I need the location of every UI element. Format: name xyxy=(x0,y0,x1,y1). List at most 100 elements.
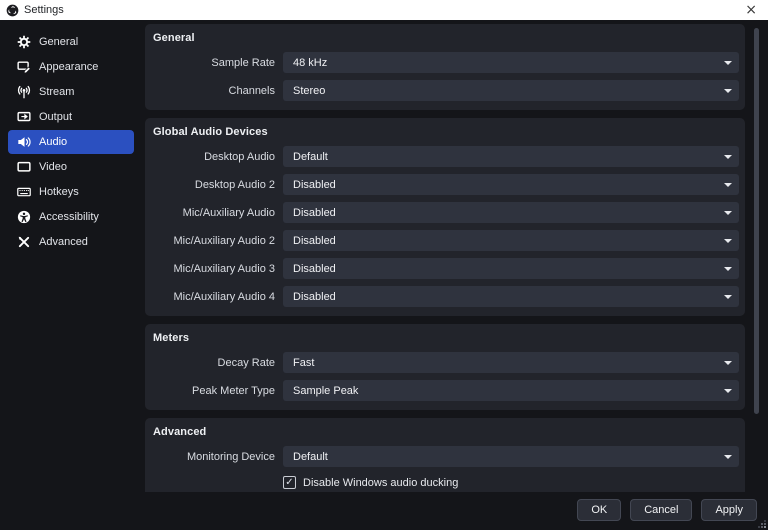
sidebar-item-label: Advanced xyxy=(39,236,88,248)
row-label: Mic/Auxiliary Audio 3 xyxy=(153,263,275,275)
broadcast-icon xyxy=(17,85,31,99)
row-label: Decay Rate xyxy=(153,357,275,369)
dropdown-sample-rate[interactable]: 48 kHz xyxy=(283,52,739,73)
checkbox-disable-windows-audio-ducking[interactable]: ✓ xyxy=(283,476,296,489)
dropdown-value: Sample Peak xyxy=(293,385,358,397)
dropdown-value: Disabled xyxy=(293,207,336,219)
appearance-icon xyxy=(17,60,31,74)
titlebar: Settings × xyxy=(0,0,768,20)
chevron-down-icon[interactable] xyxy=(717,146,739,167)
dropdown-value: Default xyxy=(293,451,328,463)
sidebar-item-label: Appearance xyxy=(39,61,98,73)
row-label: Channels xyxy=(153,85,275,97)
settings-row-desktop-audio: Desktop Audio Default xyxy=(153,146,739,167)
dropdown-mic-auxiliary-audio-3[interactable]: Disabled xyxy=(283,258,739,279)
settings-row-decay-rate: Decay Rate Fast xyxy=(153,352,739,373)
chevron-down-icon[interactable] xyxy=(717,174,739,195)
settings-row-desktop-audio-2: Desktop Audio 2 Disabled xyxy=(153,174,739,195)
vertical-scrollbar[interactable] xyxy=(754,28,759,414)
settings-window-body: General Appearance Stream Output Audio Video H… xyxy=(0,20,768,530)
settings-content: GeneralSample Rate48 kHzChannelsStereoGl… xyxy=(145,24,745,492)
dropdown-mic-auxiliary-audio-4[interactable]: Disabled xyxy=(283,286,739,307)
sidebar-item-appearance[interactable]: Appearance xyxy=(8,55,134,79)
row-label: Desktop Audio 2 xyxy=(153,179,275,191)
row-label: Monitoring Device xyxy=(153,451,275,463)
sidebar-item-label: Stream xyxy=(39,86,74,98)
settings-row-channels: Channels Stereo xyxy=(153,80,739,101)
dropdown-peak-meter-type[interactable]: Sample Peak xyxy=(283,380,739,401)
chevron-down-icon[interactable] xyxy=(717,352,739,373)
cancel-button[interactable]: Cancel xyxy=(630,499,692,521)
dropdown-channels[interactable]: Stereo xyxy=(283,80,739,101)
display-icon xyxy=(17,160,31,174)
row-label: Mic/Auxiliary Audio 4 xyxy=(153,291,275,303)
row-label: Mic/Auxiliary Audio xyxy=(153,207,275,219)
dropdown-value: 48 kHz xyxy=(293,57,327,69)
speaker-icon xyxy=(17,135,31,149)
section-general: General Sample Rate 48 kHz Channels Stereo xyxy=(145,24,745,110)
checkbox-row-disable-windows-audio-ducking: ✓ Disable Windows audio ducking xyxy=(283,476,739,489)
dropdown-mic-auxiliary-audio-2[interactable]: Disabled xyxy=(283,230,739,251)
settings-row-monitoring-device: Monitoring Device Default xyxy=(153,446,739,467)
dropdown-value: Fast xyxy=(293,357,314,369)
chevron-down-icon[interactable] xyxy=(717,258,739,279)
resize-grip-icon[interactable] xyxy=(758,520,766,528)
dropdown-value: Stereo xyxy=(293,85,325,97)
sidebar-item-advanced[interactable]: Advanced xyxy=(8,230,134,254)
dropdown-decay-rate[interactable]: Fast xyxy=(283,352,739,373)
sidebar-item-output[interactable]: Output xyxy=(8,105,134,129)
sidebar-item-hotkeys[interactable]: Hotkeys xyxy=(8,180,134,204)
sidebar-item-label: Audio xyxy=(39,136,67,148)
dropdown-value: Disabled xyxy=(293,179,336,191)
chevron-down-icon[interactable] xyxy=(717,286,739,307)
settings-row-mic-auxiliary-audio: Mic/Auxiliary Audio Disabled xyxy=(153,202,739,223)
dropdown-value: Default xyxy=(293,151,328,163)
row-label: Desktop Audio xyxy=(153,151,275,163)
dropdown-monitoring-device[interactable]: Default xyxy=(283,446,739,467)
sidebar-item-label: Accessibility xyxy=(39,211,99,223)
apply-button[interactable]: Apply xyxy=(701,499,757,521)
settings-row-mic-auxiliary-audio-2: Mic/Auxiliary Audio 2 Disabled xyxy=(153,230,739,251)
chevron-down-icon[interactable] xyxy=(717,380,739,401)
accessibility-icon xyxy=(17,210,31,224)
sidebar-item-accessibility[interactable]: Accessibility xyxy=(8,205,134,229)
footer-buttons: OK Cancel Apply xyxy=(577,499,757,521)
close-icon[interactable]: × xyxy=(742,3,760,17)
sidebar-item-label: Video xyxy=(39,161,67,173)
obs-logo-icon xyxy=(6,4,19,17)
sidebar-item-stream[interactable]: Stream xyxy=(8,80,134,104)
row-label: Mic/Auxiliary Audio 2 xyxy=(153,235,275,247)
sidebar-item-label: Hotkeys xyxy=(39,186,79,198)
sidebar-item-audio[interactable]: Audio xyxy=(8,130,134,154)
dropdown-value: Disabled xyxy=(293,263,336,275)
output-display-icon xyxy=(17,110,31,124)
settings-sidebar: General Appearance Stream Output Audio Video H… xyxy=(0,30,142,255)
settings-row-mic-auxiliary-audio-3: Mic/Auxiliary Audio 3 Disabled xyxy=(153,258,739,279)
sidebar-item-video[interactable]: Video xyxy=(8,155,134,179)
chevron-down-icon[interactable] xyxy=(717,202,739,223)
chevron-down-icon[interactable] xyxy=(717,80,739,101)
chevron-down-icon[interactable] xyxy=(717,446,739,467)
dropdown-desktop-audio[interactable]: Default xyxy=(283,146,739,167)
section-title: Advanced xyxy=(153,426,739,438)
section-advanced: Advanced Monitoring Device Default ✓ Disable… xyxy=(145,418,745,492)
dropdown-desktop-audio-2[interactable]: Disabled xyxy=(283,174,739,195)
settings-row-mic-auxiliary-audio-4: Mic/Auxiliary Audio 4 Disabled xyxy=(153,286,739,307)
sidebar-item-label: Output xyxy=(39,111,72,123)
sidebar-item-label: General xyxy=(39,36,78,48)
section-meters: Meters Decay Rate Fast Peak Meter TypeSampl… xyxy=(145,324,745,410)
gear-icon xyxy=(17,35,31,49)
dropdown-value: Disabled xyxy=(293,291,336,303)
settings-row-peak-meter-type: Peak Meter TypeSample Peak xyxy=(153,380,739,401)
chevron-down-icon[interactable] xyxy=(717,230,739,251)
chevron-down-icon[interactable] xyxy=(717,52,739,73)
ok-button[interactable]: OK xyxy=(577,499,621,521)
dropdown-mic-auxiliary-audio[interactable]: Disabled xyxy=(283,202,739,223)
tools-icon xyxy=(17,235,31,249)
sidebar-item-general[interactable]: General xyxy=(8,30,134,54)
window-title: Settings xyxy=(24,4,64,16)
checkbox-label[interactable]: Disable Windows audio ducking xyxy=(303,477,458,489)
row-label: Sample Rate xyxy=(153,57,275,69)
section-title: Meters xyxy=(153,332,739,344)
section-title: General xyxy=(153,32,739,44)
